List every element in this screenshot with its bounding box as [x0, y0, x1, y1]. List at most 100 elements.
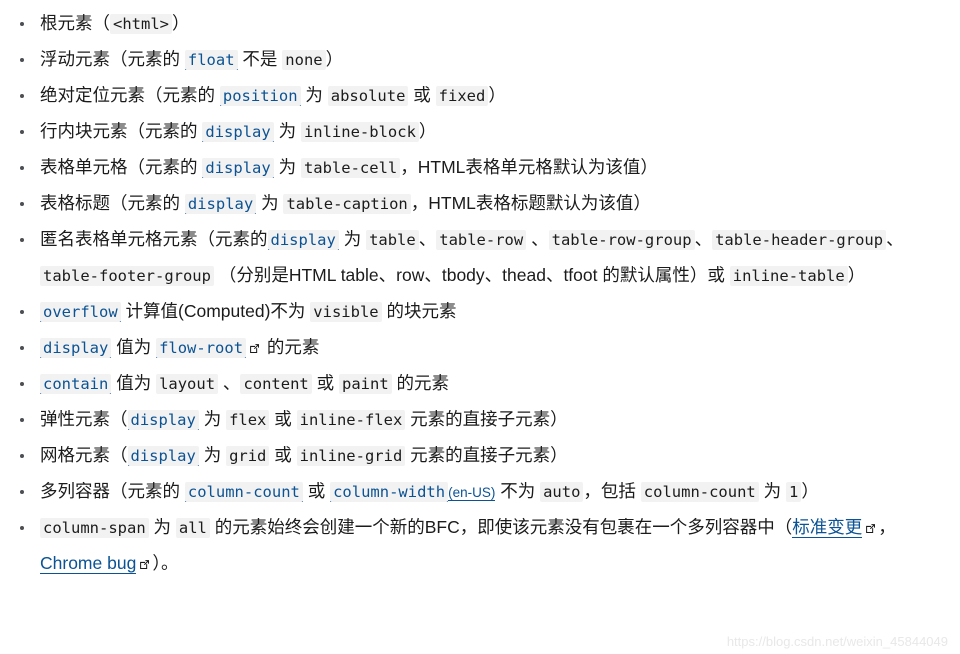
- reference-link[interactable]: 标准变更: [792, 517, 863, 538]
- code-chip: display: [127, 410, 199, 430]
- code-chip: table-header-group: [712, 230, 887, 250]
- text-run: ，HTML表格标题默认为该值）: [410, 193, 651, 213]
- text-run: 表格单元格（元素的: [40, 157, 203, 177]
- property-link-display[interactable]: display: [202, 157, 274, 178]
- text-run: ，: [878, 517, 896, 537]
- text-run: 不为: [495, 481, 541, 501]
- code-chip: overflow: [40, 302, 121, 322]
- text-run: 为: [273, 121, 301, 141]
- property-link-column-count[interactable]: column-count: [184, 481, 303, 502]
- text-run: ）: [325, 49, 344, 69]
- external-link-icon: [249, 343, 260, 354]
- text-run: 绝对定位元素（元素的: [40, 85, 220, 105]
- code-chip: column-count: [184, 482, 303, 502]
- text-run: ）: [418, 121, 437, 141]
- property-link-contain[interactable]: contain: [40, 373, 112, 394]
- list-item: 多列容器（元素的 column-count 或 column-width (en-…: [10, 474, 950, 510]
- code-chip: position: [219, 86, 301, 106]
- text-run: 、: [218, 373, 241, 393]
- code-chip: table: [366, 230, 419, 250]
- code-chip: contain: [40, 374, 112, 394]
- text-run: ）。: [152, 553, 179, 573]
- text-run: （分别是HTML table、row、tbody、thead、tfoot 的默认…: [213, 265, 730, 285]
- list-item: display 值为 flow-root 的元素: [10, 330, 950, 366]
- code-chip: none: [282, 50, 326, 70]
- text-run: ，HTML表格单元格默认为该值）: [400, 157, 658, 177]
- code-chip: <html>: [110, 14, 172, 34]
- code-chip: column-count: [640, 482, 759, 502]
- list-item: 行内块元素（元素的 display 为 inline-block）: [10, 114, 950, 150]
- code-chip: display: [202, 158, 274, 178]
- code-chip: content: [240, 374, 312, 394]
- text-run: 网格元素（: [40, 445, 128, 465]
- text-run: 为: [338, 229, 367, 249]
- text-run: 或: [302, 481, 331, 501]
- text-run: 、: [418, 229, 437, 249]
- text-run: ）: [172, 13, 190, 33]
- property-link-column-width[interactable]: column-width: [330, 481, 449, 502]
- property-link-display[interactable]: display: [202, 121, 274, 142]
- text-run: 的元素: [391, 373, 450, 393]
- property-link-display[interactable]: display: [127, 445, 199, 466]
- text-run: 的块元素: [381, 301, 457, 321]
- text-run: 、: [886, 229, 904, 249]
- text-run: 为: [198, 409, 227, 429]
- list-item: 弹性元素（ display 为 flex 或 inline-flex 元素的直接子…: [10, 402, 950, 438]
- csdn-watermark: https://blog.csdn.net/weixin_45844049: [726, 634, 948, 649]
- property-link-position[interactable]: position: [219, 85, 301, 106]
- code-chip: column-span: [40, 518, 149, 538]
- property-link-display[interactable]: display: [40, 337, 112, 358]
- list-item: overflow 计算值(Computed)不为 visible 的块元素: [10, 294, 950, 330]
- text-run: 为: [300, 85, 328, 105]
- text-run: 浮动元素（元素的: [40, 49, 185, 69]
- text-run: 多列容器（元素的: [40, 481, 185, 501]
- list-item: 绝对定位元素（元素的 position 为 absolute 或 fixed）: [10, 78, 950, 114]
- text-run: 或: [269, 445, 297, 465]
- property-link-display[interactable]: display: [267, 229, 339, 250]
- code-chip: table-cell: [300, 158, 401, 178]
- code-chip: display: [40, 338, 112, 358]
- code-chip: absolute: [327, 86, 409, 106]
- code-chip: display: [267, 230, 339, 250]
- property-link-display[interactable]: display: [184, 193, 257, 214]
- code-chip: inline-flex: [296, 410, 406, 430]
- text-run: 弹性元素（: [40, 409, 128, 429]
- text-run: 元素的直接子元素）: [405, 445, 568, 465]
- external-link-icon: [865, 523, 876, 534]
- text-run: 为: [256, 193, 284, 213]
- code-chip: inline-table: [729, 266, 848, 286]
- code-chip: table-caption: [283, 194, 411, 214]
- code-chip: float: [184, 50, 238, 70]
- code-chip: inline-grid: [296, 446, 406, 466]
- code-chip: table-row-group: [548, 230, 695, 250]
- bfc-trigger-list: 根元素（ <html>）浮动元素（元素的 float 不是 none）绝对定位元素…: [10, 6, 950, 581]
- text-run: 或: [408, 85, 436, 105]
- code-chip: visible: [310, 302, 382, 322]
- text-run: 或: [311, 373, 339, 393]
- text-run: 、: [526, 229, 549, 249]
- list-item: 表格单元格（元素的 display 为 table-cell ，HTML表格单元格…: [10, 150, 950, 186]
- text-run: 为: [148, 517, 176, 537]
- property-link-float[interactable]: float: [184, 49, 238, 70]
- property-link-flow-root[interactable]: flow-root: [156, 337, 247, 358]
- code-chip: column-width: [330, 482, 449, 502]
- text-run: 或: [269, 409, 297, 429]
- property-link-display[interactable]: display: [127, 409, 199, 430]
- property-link-overflow[interactable]: overflow: [40, 301, 121, 322]
- code-chip: display: [202, 122, 274, 142]
- text-run: ）: [801, 481, 819, 501]
- list-item: 根元素（ <html>）: [10, 6, 950, 42]
- reference-link[interactable]: Chrome bug: [40, 553, 137, 574]
- text-run: 计算值(Computed)不为: [120, 301, 311, 321]
- list-item: 匿名表格单元格元素（元素的 display 为 table、 table-row 、…: [10, 222, 950, 294]
- external-link-icon: [139, 559, 150, 570]
- text-run: 的元素: [262, 337, 320, 357]
- text-run: 为: [198, 445, 227, 465]
- code-chip: grid: [226, 446, 270, 466]
- text-run: ）: [847, 265, 866, 285]
- code-chip: 1: [786, 482, 802, 502]
- list-item: contain 值为 layout 、 content 或 paint 的元素: [10, 366, 950, 402]
- text-run: 为: [758, 481, 786, 501]
- en-us-link[interactable]: (en-US): [448, 485, 496, 501]
- text-run: 的元素始终会创建一个新的BFC，即使该元素没有包裹在一个多列容器中（: [209, 517, 793, 537]
